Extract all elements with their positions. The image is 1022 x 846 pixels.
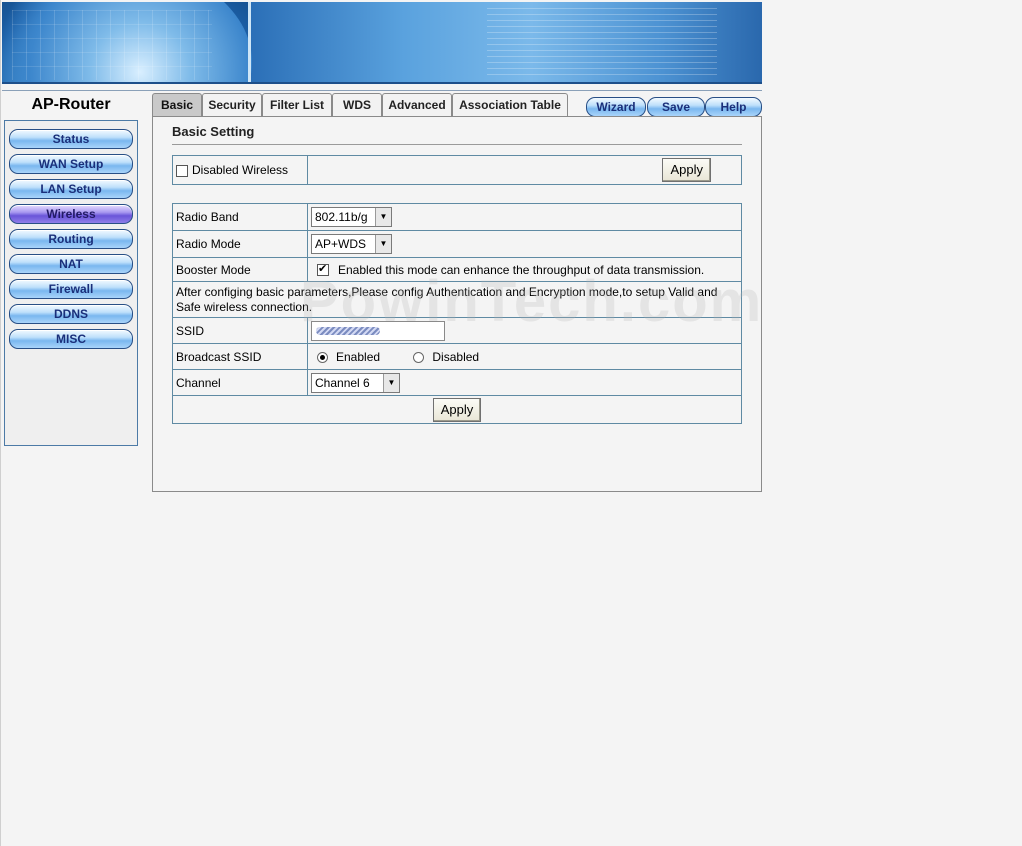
brand-title: AP-Router [31, 96, 111, 113]
apply-cell: Apply [172, 395, 742, 424]
disable-apply-button[interactable]: Apply [662, 158, 711, 182]
tab-wds[interactable]: WDS [332, 93, 382, 116]
radio-band-cell: 802.11b/g ▼ [307, 203, 742, 231]
sidebar-item-ddns[interactable]: DDNS [9, 304, 133, 324]
radio-mode-label: Radio Mode [172, 230, 308, 258]
broadcast-enabled-label: Enabled [336, 349, 381, 364]
window-edge [0, 0, 1, 846]
booster-mode-text: Enabled this mode can enhance the throug… [338, 262, 705, 277]
header-banner [2, 2, 762, 84]
radio-mode-select[interactable]: AP+WDS ▼ [311, 234, 392, 254]
redacted-ssid [316, 326, 380, 335]
disable-apply-cell: Apply [307, 155, 742, 185]
sidebar-item-firewall[interactable]: Firewall [9, 279, 133, 299]
disable-wireless-cell: Disabled Wireless [172, 155, 308, 185]
header-rule [2, 90, 762, 91]
sidebar-item-status[interactable]: Status [9, 129, 133, 149]
wireless-settings-table: Radio Band 802.11b/g ▼ Radio Mode AP+WDS… [172, 203, 742, 424]
tab-basic[interactable]: Basic [152, 93, 202, 116]
section-divider [172, 144, 742, 145]
wizard-button[interactable]: Wizard [586, 97, 646, 117]
disabled-wireless-label: Disabled Wireless [192, 163, 289, 177]
booster-mode-cell: Enabled this mode can enhance the throug… [307, 257, 742, 282]
broadcast-enabled-radio[interactable] [317, 351, 328, 363]
channel-select[interactable]: Channel 6 ▼ [311, 372, 400, 393]
ssid-label: SSID [172, 317, 308, 344]
broadcast-ssid-cell: Enabled Disabled [307, 343, 742, 370]
ssid-cell [307, 317, 742, 344]
sidebar-item-nat[interactable]: NAT [9, 254, 133, 274]
broadcast-ssid-label: Broadcast SSID [172, 343, 308, 370]
radio-band-value: 802.11b/g [315, 210, 368, 224]
radio-band-label: Radio Band [172, 203, 308, 231]
sidebar: Status WAN Setup LAN Setup Wireless Rout… [4, 120, 138, 446]
help-button[interactable]: Help [705, 97, 762, 117]
channel-label: Channel [172, 369, 308, 396]
section-title: Basic Setting [172, 124, 255, 139]
booster-mode-checkbox[interactable] [317, 262, 329, 277]
chevron-down-icon: ▼ [375, 208, 391, 226]
broadcast-disabled-radio[interactable] [413, 351, 425, 363]
ssid-input[interactable] [311, 320, 445, 341]
broadcast-disabled-label: Disabled [432, 349, 480, 364]
sidebar-item-routing[interactable]: Routing [9, 229, 133, 249]
disabled-wireless-checkbox[interactable] [176, 164, 188, 177]
radio-band-select[interactable]: 802.11b/g ▼ [311, 207, 392, 227]
banner-divider [248, 2, 251, 82]
sidebar-item-wireless[interactable]: Wireless [9, 204, 133, 224]
sidebar-item-misc[interactable]: MISC [9, 329, 133, 349]
chevron-down-icon: ▼ [383, 373, 399, 392]
channel-value: Channel 6 [315, 375, 370, 390]
radio-mode-value: AP+WDS [315, 237, 367, 251]
tab-association-table[interactable]: Association Table [452, 93, 568, 116]
radio-mode-cell: AP+WDS ▼ [307, 230, 742, 258]
tab-advanced[interactable]: Advanced [382, 93, 452, 116]
tab-security[interactable]: Security [202, 93, 262, 116]
save-button[interactable]: Save [647, 97, 705, 117]
channel-cell: Channel 6 ▼ [307, 369, 742, 396]
tab-filter-list[interactable]: Filter List [262, 93, 332, 116]
chevron-down-icon: ▼ [375, 235, 391, 253]
disable-wireless-table: Disabled Wireless Apply [172, 155, 742, 185]
sidebar-item-lan-setup[interactable]: LAN Setup [9, 179, 133, 199]
banner-text-graphic [487, 8, 717, 78]
config-note: After configing basic parameters,Please … [172, 281, 742, 318]
grid-graphic [12, 10, 212, 80]
apply-button[interactable]: Apply [432, 397, 482, 422]
booster-mode-label: Booster Mode [172, 257, 308, 282]
sidebar-item-wan-setup[interactable]: WAN Setup [9, 154, 133, 174]
